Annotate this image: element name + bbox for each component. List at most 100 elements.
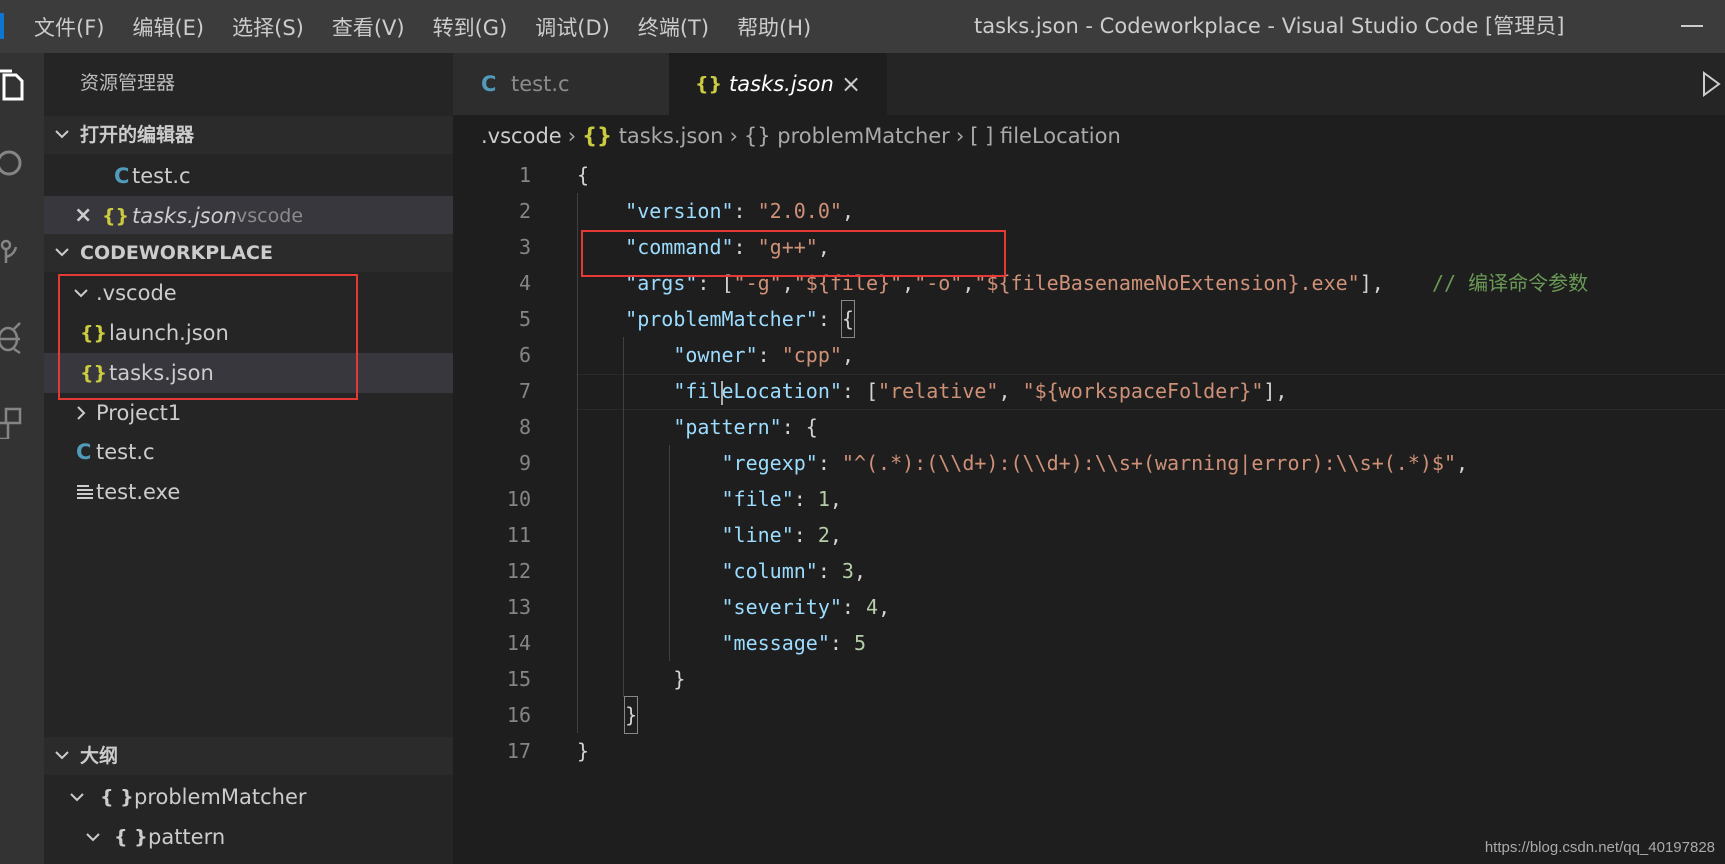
line-number: 15 [506,667,531,691]
object-icon: { } [100,786,134,808]
open-editor-folder: .vscode [230,205,304,227]
line-number: 5 [518,307,531,331]
code-line: "problemMatcher": { [577,300,855,338]
line-number: 10 [506,487,531,511]
code-line: } [577,739,590,763]
regexp-value: "^(.*):(\\d+):(\\d+):\\s+(warning|error)… [841,451,1457,475]
json-file-icon: {} [102,205,130,227]
menu-edit[interactable]: 编辑(E) [118,12,218,42]
breadcrumb-item[interactable]: fileLocation [1000,115,1121,157]
args-value: "${fileBasenameNoExtension}.exe" [974,271,1360,295]
line-number: 11 [506,523,531,547]
chevron-right-icon: › [567,124,577,148]
close-icon[interactable]: × [74,196,92,236]
outline-label: problemMatcher [134,785,307,809]
line-number: 7 [518,379,531,403]
column-value: 3 [841,559,854,583]
open-editor-item-test-c[interactable]: C test.c [44,156,453,196]
code-comment: // 编译命令参数 [1431,271,1589,295]
outline-item-pattern[interactable]: { } pattern [44,817,453,857]
minimize-button[interactable] [1681,25,1703,27]
open-editor-item-tasks-json[interactable]: × {} tasks.json .vscode [44,196,453,236]
line-number: 12 [506,559,531,583]
code-line: "version": "2.0.0", [625,199,854,223]
code-line: } [673,667,686,691]
binary-file-icon [77,485,93,499]
menu-terminal[interactable]: 终端(T) [624,12,723,42]
menu-selection[interactable]: 选择(S) [218,12,318,42]
explorer-sidebar: 资源管理器 打开的编辑器 C test.c × {} tasks.json .v… [44,53,453,864]
code-line: "regexp": "^(.*):(\\d+):(\\d+):\\s+(warn… [721,451,1469,475]
search-icon[interactable] [0,149,28,183]
bracket-match: } [624,696,639,734]
array-icon: [ ] [970,124,994,148]
open-editor-label: test.c [132,164,191,188]
highlight-box-vscode-folder [58,274,358,400]
code-editor[interactable]: 1 2 3 4 5 6 7 8 9 10 11 12 13 14 15 16 1… [453,157,1725,864]
code-line: "line": 2, [721,523,842,547]
code-line: "column": 3, [721,559,867,583]
breadcrumb-item[interactable]: tasks.json [619,115,724,157]
menu-bar: 文件(F) 编辑(E) 选择(S) 查看(V) 转到(G) 调试(D) 终端(T… [20,0,825,53]
vscode-logo-icon [0,13,4,39]
menu-debug[interactable]: 调试(D) [521,12,624,42]
line-number: 2 [518,199,531,223]
outline-header[interactable]: 大纲 [44,737,453,775]
breadcrumb-item[interactable]: problemMatcher [777,115,950,157]
json-file-icon: {} [582,124,613,148]
tab-tasks-json[interactable]: {} tasks.json × [669,53,887,115]
chevron-right-icon: › [955,124,965,148]
line-number: 14 [506,631,531,655]
c-file-icon: C [481,72,497,96]
tree-label: test.c [96,440,155,464]
json-file-icon: {} [695,73,723,95]
tab-label: test.c [511,72,570,96]
tree-file-test-c[interactable]: C test.c [44,432,453,472]
menu-file[interactable]: 文件(F) [20,12,118,42]
debug-icon[interactable] [0,321,28,355]
code-line: "fileLocation": ["relative", "${workspac… [673,379,1288,405]
explorer-title: 资源管理器 [80,72,176,94]
chevron-down-icon [86,833,100,842]
code-line: "owner": "cpp", [673,343,854,367]
line-number: 3 [518,235,531,259]
tree-file-test-exe[interactable]: test.exe [44,472,453,512]
open-editors-header[interactable]: 打开的编辑器 [44,116,453,154]
tab-test-c[interactable]: C test.c [453,53,669,115]
extensions-icon[interactable] [0,405,28,439]
tab-label: tasks.json [729,72,834,96]
file-value: 1 [817,487,830,511]
close-icon[interactable]: × [841,53,861,115]
owner-value: "cpp" [781,343,842,367]
menu-go[interactable]: 转到(G) [419,12,522,42]
filelocation-value: "${workspaceFolder}" [1022,379,1264,403]
chevron-down-icon [70,793,84,802]
code-line: "pattern": { [673,415,818,439]
chevron-right-icon [77,406,86,420]
run-icon[interactable] [1701,71,1721,97]
menu-view[interactable]: 查看(V) [318,12,419,42]
line-number: 6 [518,343,531,367]
breadcrumb: .vscode ›{} tasks.json ›{} problemMatcher ›… [453,115,1121,157]
outline-item-problemmatcher[interactable]: { } problemMatcher [44,777,453,817]
code-line: "message": 5 [721,631,867,655]
code-line: } [577,696,639,734]
chevron-down-icon [55,248,69,257]
explorer-icon[interactable] [0,69,28,103]
line-number: 17 [506,739,531,763]
chevron-down-icon [55,751,69,760]
breadcrumb-item[interactable]: .vscode [453,115,562,157]
menu-help[interactable]: 帮助(H) [723,12,825,42]
version-value: "2.0.0" [757,199,842,223]
highlight-box-command [581,230,1006,277]
activity-bar [0,53,44,864]
line-number: 1 [518,163,531,187]
workspace-header[interactable]: CODEWORKPLACE [44,234,453,272]
chevron-right-icon: › [729,124,738,148]
c-file-icon: C [76,440,92,464]
title-bar: 文件(F) 编辑(E) 选择(S) 查看(V) 转到(G) 调试(D) 终端(T… [0,0,1725,53]
message-value: 5 [853,631,867,655]
tree-label: test.exe [96,480,181,504]
outline-label: pattern [148,825,226,849]
source-control-icon[interactable] [0,237,28,271]
